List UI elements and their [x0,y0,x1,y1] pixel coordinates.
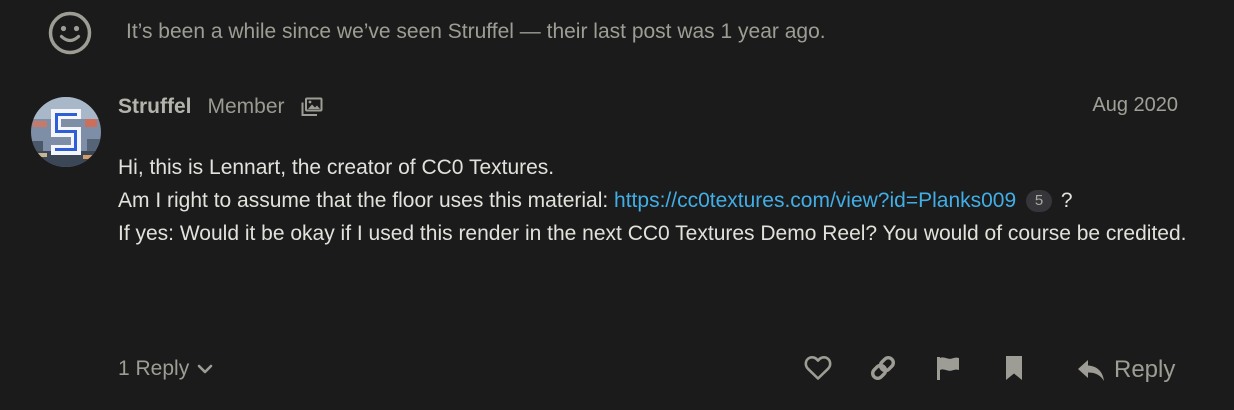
post-body: Hi, this is Lennart, the creator of CC0 … [118,151,1188,250]
body-line-request: If yes: Would it be okay if I used this … [118,222,1187,245]
user-title: Member [207,95,285,118]
like-button[interactable] [802,352,834,388]
flag-button[interactable] [932,352,964,388]
show-replies-button[interactable]: 1 Reply [118,354,213,384]
reply-label: Reply [1114,356,1176,383]
avatar[interactable] [31,97,101,167]
body-line-question-suffix: ? [1055,189,1073,212]
flag-icon [934,354,962,387]
bookmark-button[interactable] [998,352,1030,388]
body-line-question-prefix: Am I right to assume that the floor uses… [118,189,615,212]
smile-icon [48,11,92,55]
material-link[interactable]: https://cc0textures.com/view?id=Planks00… [614,189,1016,212]
replies-count-label: 1 Reply [118,357,190,380]
link-click-count-badge: 5 [1026,190,1053,212]
inactive-user-notice: It’s been a while since we’ve seen Struf… [48,10,826,56]
copy-link-button[interactable] [867,352,899,388]
heart-icon [804,355,832,386]
link-icon [869,354,897,387]
username-link[interactable]: Struffel [118,95,192,119]
topic-post: It’s been a while since we’ve seen Struf… [0,0,1234,410]
post-header: Struffel Member [118,93,323,121]
images-icon [301,96,323,118]
bookmark-icon [1002,354,1026,387]
post-body-paragraph: Hi, this is Lennart, the creator of CC0 … [118,151,1188,250]
reply-button[interactable]: Reply [1076,352,1175,388]
notice-text: It’s been a while since we’ve seen Struf… [126,20,826,43]
post-date[interactable]: Aug 2020 [1092,94,1178,117]
chevron-down-icon [197,363,213,375]
body-line-intro: Hi, this is Lennart, the creator of CC0 … [118,156,555,179]
reply-icon [1076,355,1106,385]
